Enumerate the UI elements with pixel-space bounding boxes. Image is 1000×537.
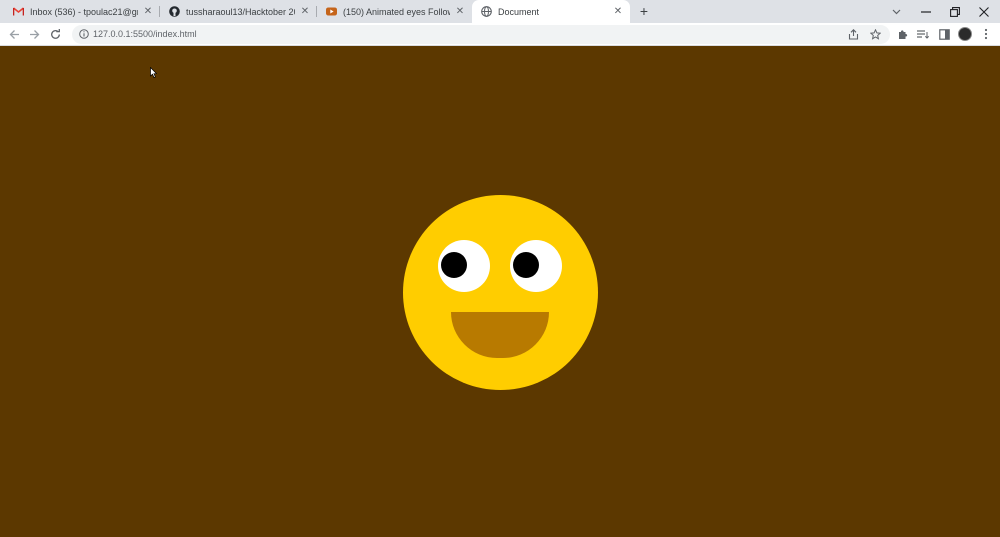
- right-eye: [510, 240, 562, 292]
- mouth: [451, 312, 549, 358]
- tab-gmail[interactable]: Inbox (536) - tpoulac21@gmail.c ✕: [4, 0, 160, 23]
- profile-avatar[interactable]: [958, 27, 972, 41]
- forward-button[interactable]: [27, 27, 42, 42]
- info-icon[interactable]: [78, 28, 90, 40]
- close-tab-icon[interactable]: ✕: [142, 6, 154, 18]
- extensions-icon[interactable]: [895, 27, 909, 41]
- side-panel-icon[interactable]: [937, 27, 951, 41]
- share-icon[interactable]: [847, 28, 860, 41]
- mouse-cursor-icon: [150, 65, 158, 83]
- globe-icon: [481, 6, 492, 17]
- close-tab-icon[interactable]: ✕: [612, 6, 624, 18]
- close-window-button[interactable]: [970, 0, 998, 23]
- reading-list-icon[interactable]: [916, 27, 930, 41]
- gmail-icon: [13, 6, 24, 17]
- youtube-icon: [326, 6, 337, 17]
- tab-youtube[interactable]: (150) Animated eyes Follow Mou ✕: [317, 0, 472, 23]
- tab-github[interactable]: tussharaoul13/Hacktober 2022 · ✕: [160, 0, 317, 23]
- address-bar[interactable]: 127.0.0.1:5500/index.html: [72, 25, 890, 44]
- close-tab-icon[interactable]: ✕: [299, 6, 311, 18]
- bookmark-star-icon[interactable]: [869, 28, 882, 41]
- tab-title: tussharaoul13/Hacktober 2022 ·: [186, 6, 295, 17]
- browser-toolbar: 127.0.0.1:5500/index.html: [0, 23, 1000, 46]
- new-tab-button[interactable]: +: [636, 3, 652, 19]
- close-tab-icon[interactable]: ✕: [454, 6, 466, 18]
- tab-title: Document: [498, 6, 540, 17]
- github-icon: [169, 6, 180, 17]
- url-text: 127.0.0.1:5500/index.html: [93, 29, 197, 39]
- menu-kebab-icon[interactable]: [979, 27, 993, 41]
- tab-document[interactable]: Document ✕: [472, 0, 630, 23]
- page-viewport[interactable]: [0, 46, 1000, 537]
- left-pupil: [441, 252, 467, 278]
- smiley-face: [403, 195, 598, 390]
- minimize-button[interactable]: [912, 0, 940, 23]
- tab-title: Inbox (536) - tpoulac21@gmail.c: [30, 6, 138, 17]
- tab-strip: Inbox (536) - tpoulac21@gmail.c ✕ tussha…: [0, 0, 1000, 23]
- restore-button[interactable]: [941, 0, 969, 23]
- tab-search-icon[interactable]: [882, 0, 910, 23]
- reload-button[interactable]: [48, 27, 63, 42]
- tab-title: (150) Animated eyes Follow Mou: [343, 6, 450, 17]
- left-eye: [438, 240, 490, 292]
- right-pupil: [513, 252, 539, 278]
- back-button[interactable]: [7, 27, 22, 42]
